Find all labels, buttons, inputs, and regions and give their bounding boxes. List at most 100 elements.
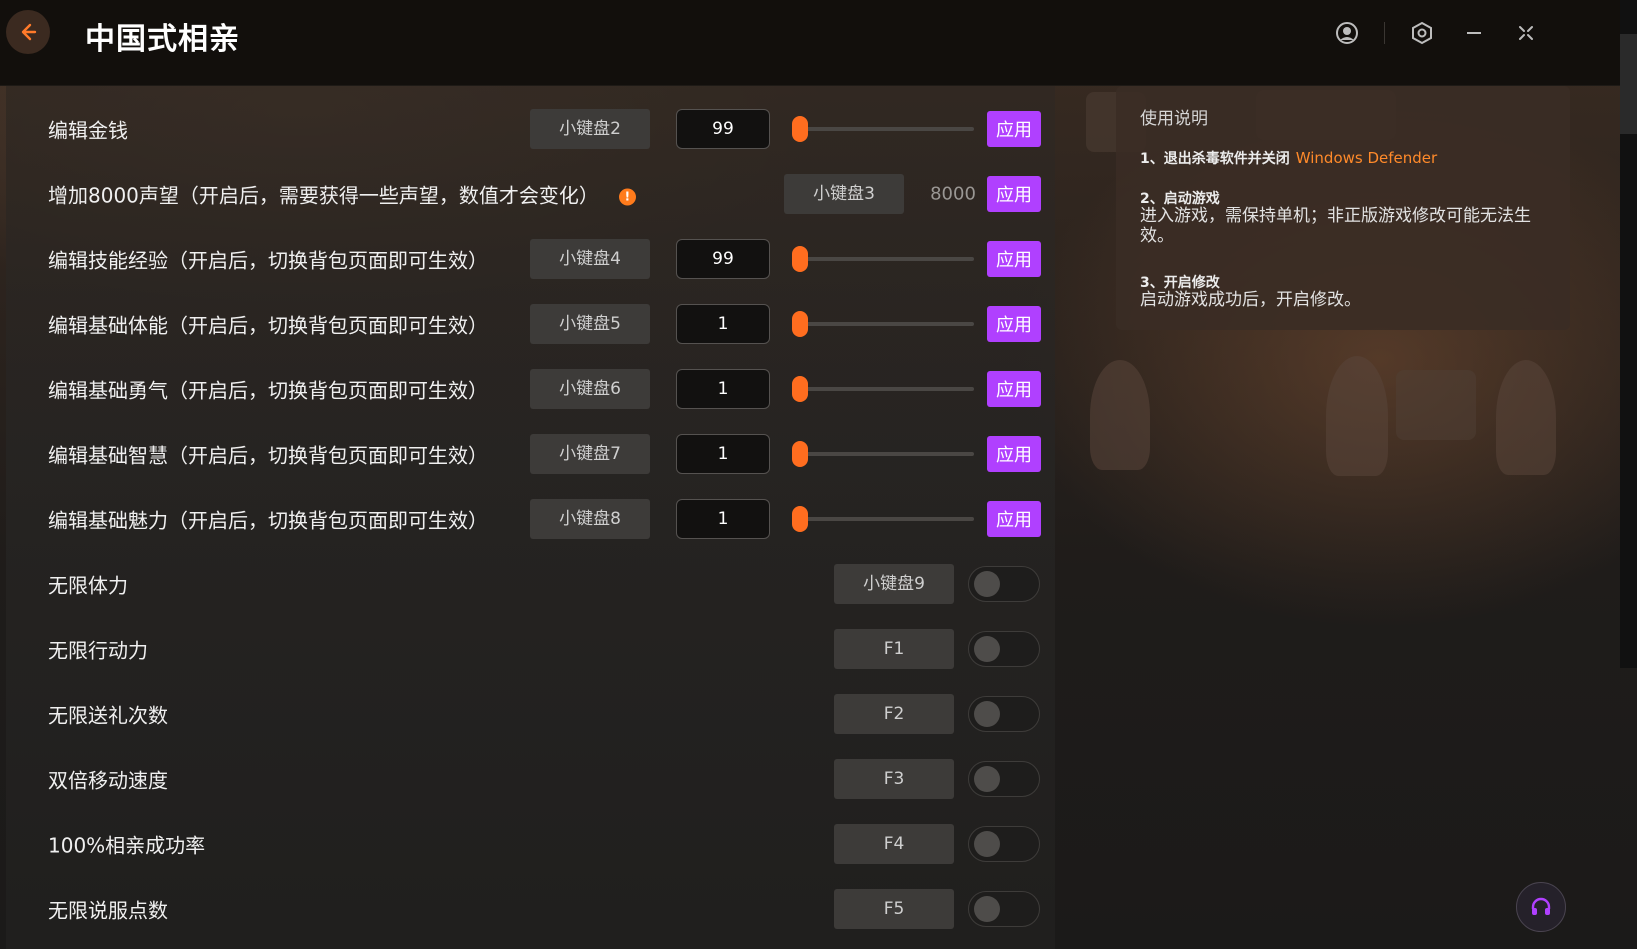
value-slider[interactable]	[792, 440, 974, 467]
option-label: 编辑基础勇气（开启后，切换背包页面即可生效）	[48, 378, 488, 402]
slider-thumb[interactable]	[792, 505, 808, 532]
hotkey-button[interactable]: F5	[834, 888, 954, 929]
back-button[interactable]	[6, 10, 50, 54]
user-icon	[1336, 22, 1358, 44]
hotkey-button[interactable]: 小键盘5	[530, 303, 650, 344]
settings-button[interactable]	[1407, 18, 1437, 48]
cheat-panel: 编辑金钱 小键盘2 应用 增加8000声望（开启后，需要获得一些声望，数值才会变…	[6, 86, 1055, 949]
option-label: 双倍移动速度	[48, 768, 168, 792]
option-label: 无限送礼次数	[48, 703, 168, 727]
option-label: 编辑基础魅力（开启后，切换背包页面即可生效）	[48, 508, 488, 532]
settings-hex-icon	[1412, 21, 1432, 45]
toggle-knob	[974, 570, 1000, 597]
option-label: 编辑技能经验（开启后，切换背包页面即可生效）	[48, 248, 488, 272]
option-row-skill-exp: 编辑技能经验（开启后，切换背包页面即可生效） 小键盘4 应用	[6, 226, 1055, 291]
close-icon	[1519, 26, 1533, 40]
close-button[interactable]	[1511, 18, 1541, 48]
help-button[interactable]	[1516, 882, 1566, 932]
option-row-success-rate: 100%相亲成功率 F4	[6, 811, 1055, 876]
option-row-reputation: 增加8000声望（开启后，需要获得一些声望，数值才会变化）! 小键盘3 8000…	[6, 161, 1055, 226]
instructions-title: 使用说明	[1140, 109, 1208, 129]
value-input[interactable]	[676, 498, 770, 539]
scene-table	[1396, 370, 1476, 440]
minimize-button[interactable]	[1459, 18, 1489, 48]
info-icon[interactable]: !	[618, 188, 636, 205]
hotkey-button[interactable]: 小键盘3	[784, 173, 904, 214]
slider-thumb[interactable]	[792, 375, 808, 402]
hotkey-button[interactable]: 小键盘8	[530, 498, 650, 539]
toggle-switch[interactable]	[968, 565, 1040, 602]
instructions-card: 使用说明 1、退出杀毒软件并关闭 Windows Defender 2、启动游戏 …	[1116, 86, 1570, 330]
option-label: 无限说服点数	[48, 898, 168, 922]
title-bar: 中国式相亲	[0, 0, 1637, 86]
toggle-knob	[974, 830, 1000, 857]
option-row-double-speed: 双倍移动速度 F3	[6, 746, 1055, 811]
option-label: 编辑基础智慧（开启后，切换背包页面即可生效）	[48, 443, 488, 467]
step-3-heading: 3、开启修改	[1140, 275, 1220, 291]
step-1-heading: 1、退出杀毒软件并关闭	[1140, 151, 1290, 167]
apply-button[interactable]: 应用	[987, 500, 1041, 537]
toggle-knob	[974, 635, 1000, 662]
hotkey-button[interactable]: F2	[834, 693, 954, 734]
slider-track	[792, 321, 974, 326]
scene-character	[1090, 360, 1150, 470]
scene-character	[1496, 360, 1556, 475]
value-input[interactable]	[676, 303, 770, 344]
defender-link[interactable]: Windows Defender	[1296, 149, 1437, 167]
step-2-body: 进入游戏，需保持单机；非正版游戏修改可能无法生效。	[1140, 206, 1531, 246]
value-slider[interactable]	[792, 245, 974, 272]
option-label: 无限体力	[48, 573, 128, 597]
value-slider[interactable]	[792, 310, 974, 337]
value-slider[interactable]	[792, 115, 974, 142]
toggle-switch[interactable]	[968, 825, 1040, 862]
scrollbar[interactable]	[1620, 0, 1637, 668]
minimize-icon	[1467, 32, 1481, 34]
value-input[interactable]	[676, 433, 770, 474]
account-button[interactable]	[1332, 18, 1362, 48]
apply-button[interactable]: 应用	[987, 110, 1041, 147]
value-input[interactable]	[676, 368, 770, 409]
toggle-knob	[974, 700, 1000, 727]
value-input[interactable]	[676, 238, 770, 279]
window-controls	[1332, 18, 1541, 48]
slider-thumb[interactable]	[792, 115, 808, 142]
divider	[1384, 22, 1385, 44]
step-3-body: 启动游戏成功后，开启修改。	[1140, 290, 1361, 310]
hotkey-button[interactable]: 小键盘7	[530, 433, 650, 474]
slider-thumb[interactable]	[792, 440, 808, 467]
option-row-infinite-action: 无限行动力 F1	[6, 616, 1055, 681]
apply-button[interactable]: 应用	[987, 305, 1041, 342]
toggle-switch[interactable]	[968, 630, 1040, 667]
apply-button[interactable]: 应用	[987, 370, 1041, 407]
value-slider[interactable]	[792, 505, 974, 532]
scrollbar-thumb[interactable]	[1620, 34, 1637, 134]
apply-button[interactable]: 应用	[987, 240, 1041, 277]
toggle-switch[interactable]	[968, 695, 1040, 732]
hotkey-button[interactable]: 小键盘4	[530, 238, 650, 279]
value-input[interactable]	[676, 108, 770, 149]
hotkey-button[interactable]: F4	[834, 823, 954, 864]
toggle-knob	[974, 765, 1000, 792]
slider-track	[792, 126, 974, 131]
apply-button[interactable]: 应用	[987, 175, 1041, 212]
fixed-value: 8000	[930, 183, 976, 204]
hotkey-button[interactable]: 小键盘2	[530, 108, 650, 149]
hotkey-button[interactable]: F3	[834, 758, 954, 799]
apply-button[interactable]: 应用	[987, 435, 1041, 472]
slider-thumb[interactable]	[792, 245, 808, 272]
arrow-left-icon	[21, 23, 37, 41]
hotkey-button[interactable]: F1	[834, 628, 954, 669]
option-row-courage: 编辑基础勇气（开启后，切换背包页面即可生效） 小键盘6 应用	[6, 356, 1055, 421]
hotkey-button[interactable]: 小键盘9	[834, 563, 954, 604]
step-2-heading: 2、启动游戏	[1140, 191, 1220, 207]
option-row-charm: 编辑基础魅力（开启后，切换背包页面即可生效） 小键盘8 应用	[6, 486, 1055, 551]
option-row-money: 编辑金钱 小键盘2 应用	[6, 96, 1055, 161]
app-title: 中国式相亲	[85, 22, 240, 57]
value-slider[interactable]	[792, 375, 974, 402]
hotkey-button[interactable]: 小键盘6	[530, 368, 650, 409]
option-label: 编辑金钱	[48, 118, 128, 142]
toggle-switch[interactable]	[968, 760, 1040, 797]
option-row-wisdom: 编辑基础智慧（开启后，切换背包页面即可生效） 小键盘7 应用	[6, 421, 1055, 486]
toggle-switch[interactable]	[968, 890, 1040, 927]
slider-thumb[interactable]	[792, 310, 808, 337]
